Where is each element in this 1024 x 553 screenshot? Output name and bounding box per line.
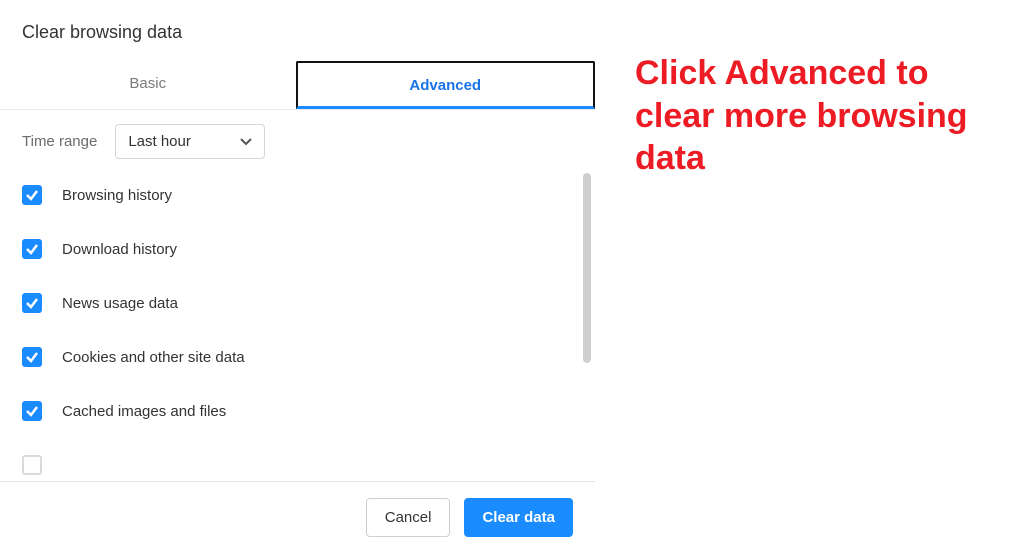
time-range-value: Last hour — [128, 133, 191, 150]
time-range-row: Time range Last hour — [0, 110, 595, 173]
tabs: Basic Advanced — [0, 61, 595, 109]
clear-data-button[interactable]: Clear data — [464, 498, 573, 537]
option-truncated — [22, 455, 595, 475]
option-cached-images: Cached images and files — [22, 401, 595, 421]
option-label: Browsing history — [62, 187, 172, 204]
option-download-history: Download history — [22, 239, 595, 259]
options-scroll-area: Browsing history Download history News u… — [0, 173, 595, 481]
tab-basic[interactable]: Basic — [0, 61, 296, 109]
option-news-usage: News usage data — [22, 293, 595, 313]
dialog-footer: Cancel Clear data — [0, 481, 595, 553]
annotation-text: Click Advanced to clear more browsing da… — [595, 0, 1015, 553]
checkbox-download-history[interactable] — [22, 239, 42, 259]
time-range-select[interactable]: Last hour — [115, 124, 265, 159]
checkbox-news-usage[interactable] — [22, 293, 42, 313]
option-label: Cached images and files — [62, 403, 226, 420]
time-range-label: Time range — [22, 133, 97, 150]
tab-advanced[interactable]: Advanced — [296, 61, 596, 109]
dialog-title: Clear browsing data — [0, 0, 595, 61]
option-label: Download history — [62, 241, 177, 258]
chevron-down-icon — [240, 138, 252, 146]
checkbox-truncated[interactable] — [22, 455, 42, 475]
checkbox-cached-images[interactable] — [22, 401, 42, 421]
option-cookies: Cookies and other site data — [22, 347, 595, 367]
option-label: News usage data — [62, 295, 178, 312]
option-label: Cookies and other site data — [62, 349, 245, 366]
clear-browsing-data-dialog: Clear browsing data Basic Advanced Time … — [0, 0, 595, 553]
checkbox-browsing-history[interactable] — [22, 185, 42, 205]
scrollbar[interactable] — [583, 173, 591, 363]
checkbox-cookies[interactable] — [22, 347, 42, 367]
option-browsing-history: Browsing history — [22, 185, 595, 205]
cancel-button[interactable]: Cancel — [366, 498, 451, 537]
